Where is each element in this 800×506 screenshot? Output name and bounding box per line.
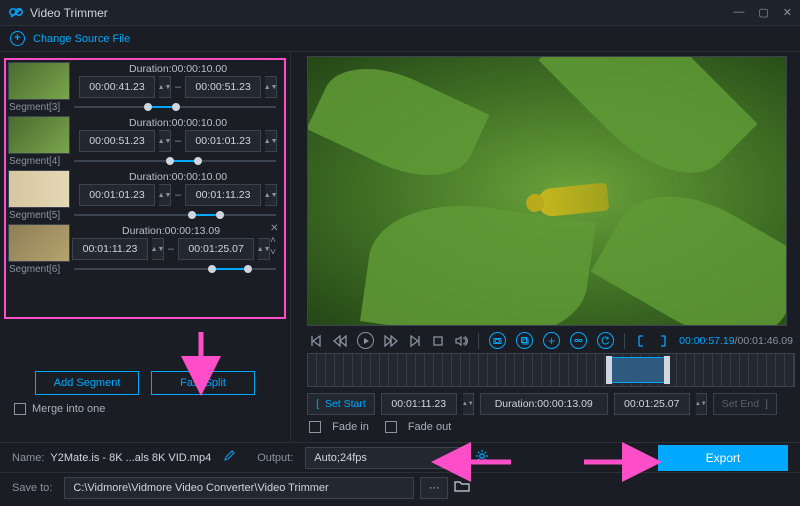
segment-end-spinner[interactable]: ▲▼ xyxy=(265,184,277,206)
snapshot-icon[interactable] xyxy=(489,332,506,349)
set-end-time[interactable]: 00:01:25.07 xyxy=(614,393,690,415)
video-preview[interactable] xyxy=(307,56,787,326)
minimize-button[interactable]: — xyxy=(733,6,744,19)
segment-start-spinner[interactable]: ▲▼ xyxy=(152,238,164,260)
timeline[interactable] xyxy=(307,353,795,387)
app-logo-icon xyxy=(8,5,24,21)
app-title: Video Trimmer xyxy=(30,6,733,20)
segment-duration: Duration:00:00:10.00 xyxy=(72,116,284,129)
segment-start-time[interactable]: 00:00:51.23 xyxy=(79,130,155,152)
segment-range-slider[interactable] xyxy=(74,262,276,276)
mark-in-icon[interactable] xyxy=(635,334,647,348)
set-start-time[interactable]: 00:01:11.23 xyxy=(381,393,457,415)
segment-start-time[interactable]: 00:01:01.23 xyxy=(79,184,155,206)
segment-start-spinner[interactable]: ▲▼ xyxy=(159,76,171,98)
save-path[interactable]: C:\Vidmore\Vidmore Video Converter\Video… xyxy=(64,477,414,499)
segment-end-spinner[interactable]: ▲▼ xyxy=(258,238,270,260)
volume-icon[interactable] xyxy=(454,334,468,348)
set-start-spinner[interactable]: ▲▼ xyxy=(463,393,474,415)
output-format[interactable]: Auto;24fps xyxy=(305,447,465,469)
segment-label: Segment[4] xyxy=(6,156,74,167)
segment-end-time[interactable]: 00:00:51.23 xyxy=(185,76,261,98)
segment-move-up-icon[interactable]: ˄ xyxy=(270,236,281,246)
segment-thumbnail[interactable] xyxy=(8,62,70,100)
rename-icon[interactable] xyxy=(223,450,235,465)
fade-in-checkbox[interactable] xyxy=(309,421,321,433)
skip-end-icon[interactable] xyxy=(408,334,422,348)
set-end-spinner[interactable]: ▲▼ xyxy=(696,393,707,415)
change-source-file[interactable]: Change Source File xyxy=(33,33,130,45)
segment-duration: Duration:00:00:13.09 xyxy=(72,224,270,237)
segment-move-down-icon[interactable]: ˅ xyxy=(270,248,281,258)
step-back-icon[interactable] xyxy=(333,334,347,348)
segment-thumbnail[interactable] xyxy=(8,170,70,208)
segments-panel: Duration:00:00:10.00 00:00:41.23 ▲▼ – 00… xyxy=(4,58,286,319)
segment-end-time[interactable]: 00:01:11.23 xyxy=(185,184,261,206)
segment-thumbnail[interactable] xyxy=(8,224,70,262)
link-icon[interactable] xyxy=(570,332,587,349)
open-folder-icon[interactable] xyxy=(454,479,470,496)
play-icon[interactable] xyxy=(357,332,374,349)
segment-remove-icon[interactable]: ✕ xyxy=(270,224,281,234)
stop-icon[interactable] xyxy=(432,335,444,347)
segment-label: Segment[5] xyxy=(6,210,74,221)
segment-start-time[interactable]: 00:00:41.23 xyxy=(79,76,155,98)
add-icon[interactable]: + xyxy=(10,31,25,46)
export-button[interactable]: Export xyxy=(658,445,788,471)
fast-split-button[interactable]: Fast Split xyxy=(151,371,255,395)
merge-into-one-label: Merge into one xyxy=(32,403,105,415)
segment-label: Segment[6] xyxy=(6,264,74,275)
segment-range-slider[interactable] xyxy=(74,154,276,168)
step-forward-icon[interactable] xyxy=(384,334,398,348)
file-name: Y2Mate.is - 8K ...als 8K VID.mp4 xyxy=(50,452,211,464)
segment-duration: Duration:00:00:10.00 xyxy=(72,62,284,75)
segment-duration: Duration:00:00:10.00 xyxy=(72,170,284,183)
mark-out-icon[interactable] xyxy=(657,334,669,348)
reset-icon[interactable] xyxy=(597,332,614,349)
save-to-label: Save to: xyxy=(12,482,52,494)
time-display: 00:00:57.19/00:01:46.09 xyxy=(679,335,793,347)
browse-path-button[interactable]: ··· xyxy=(420,477,448,499)
segment-end-spinner[interactable]: ▲▼ xyxy=(265,76,277,98)
segment-label: Segment[3] xyxy=(6,102,74,113)
copy-icon[interactable] xyxy=(516,332,533,349)
segment-end-time[interactable]: 00:01:01.23 xyxy=(185,130,261,152)
segment-start-spinner[interactable]: ▲▼ xyxy=(159,184,171,206)
name-label: Name: xyxy=(12,452,44,464)
segment-range-slider[interactable] xyxy=(74,100,276,114)
add-segment-button[interactable]: Add Segment xyxy=(35,371,139,395)
output-label: Output: xyxy=(257,452,293,464)
set-duration: Duration:00:00:13.09 xyxy=(480,393,608,415)
segment-end-time[interactable]: 00:01:25.07 xyxy=(178,238,254,260)
fade-out-checkbox[interactable] xyxy=(385,421,397,433)
fade-in-label: Fade in xyxy=(332,421,369,433)
segment-start-time[interactable]: 00:01:11.23 xyxy=(72,238,148,260)
fade-out-label: Fade out xyxy=(408,421,451,433)
close-button[interactable]: ✕ xyxy=(783,6,792,19)
segment-start-spinner[interactable]: ▲▼ xyxy=(159,130,171,152)
merge-into-one-checkbox[interactable] xyxy=(14,403,26,415)
segment-range-slider[interactable] xyxy=(74,208,276,222)
skip-start-icon[interactable] xyxy=(309,334,323,348)
output-settings-icon[interactable] xyxy=(475,449,489,466)
segment-end-spinner[interactable]: ▲▼ xyxy=(265,130,277,152)
set-start-button[interactable]: [ Set Start xyxy=(307,393,375,415)
add-marker-icon[interactable]: + xyxy=(543,332,560,349)
maximize-button[interactable]: ▢ xyxy=(758,6,768,19)
timeline-selection[interactable] xyxy=(608,357,668,383)
segment-thumbnail[interactable] xyxy=(8,116,70,154)
set-end-button[interactable]: Set End ] xyxy=(713,393,777,415)
